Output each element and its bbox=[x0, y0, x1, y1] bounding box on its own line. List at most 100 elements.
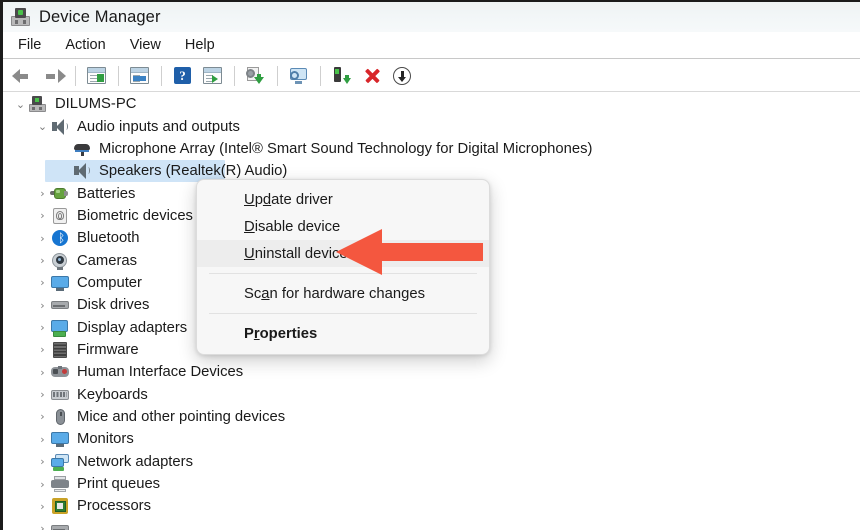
tree-item-mice-and-other-pointing-devices[interactable]: › Mice and other pointing devices bbox=[3, 406, 860, 428]
camera-icon bbox=[50, 252, 70, 270]
menu-file[interactable]: File bbox=[13, 34, 53, 56]
tree-item-partial-next[interactable]: › bbox=[3, 518, 860, 530]
toolbar-separator bbox=[277, 65, 278, 86]
chevron-right-icon[interactable]: › bbox=[35, 322, 50, 333]
gamepad-icon bbox=[50, 363, 70, 381]
uninstall-device-icon[interactable] bbox=[358, 63, 386, 89]
tree-item-label: Audio inputs and outputs bbox=[77, 118, 240, 135]
battery-icon bbox=[50, 185, 70, 203]
context-menu-item-uninstall-device[interactable]: Uninstall device bbox=[197, 240, 489, 267]
tree-item-label: DILUMS-PC bbox=[55, 96, 137, 113]
keyboard-icon bbox=[50, 386, 70, 404]
monitor-icon bbox=[50, 430, 70, 448]
computer-pc-icon bbox=[28, 95, 48, 113]
back-arrow-icon[interactable] bbox=[10, 63, 38, 89]
context-menu-item-scan-for-hardware-changes[interactable]: Scan for hardware changes bbox=[197, 280, 489, 307]
help-icon[interactable]: ? bbox=[169, 63, 197, 89]
tree-item-label: Processors bbox=[77, 498, 152, 515]
chevron-right-icon[interactable]: › bbox=[35, 411, 50, 422]
context-menu-separator bbox=[209, 273, 477, 274]
install-legacy-hardware-icon[interactable] bbox=[328, 63, 356, 89]
toolbar-separator bbox=[161, 65, 162, 86]
download-scan-icon[interactable] bbox=[388, 63, 416, 89]
chevron-right-icon[interactable]: › bbox=[35, 479, 50, 490]
toolbar-separator bbox=[320, 65, 321, 86]
tree-item-keyboards[interactable]: › Keyboards bbox=[3, 383, 860, 405]
tree-item-label: Network adapters bbox=[77, 453, 193, 470]
disk-drive-icon bbox=[50, 520, 70, 530]
device-manager-icon bbox=[11, 7, 30, 27]
chevron-right-icon[interactable]: › bbox=[35, 501, 50, 512]
fingerprint-icon bbox=[50, 207, 70, 225]
tree-item-network-adapters[interactable]: › Network adapters bbox=[3, 451, 860, 473]
toolbar: ? bbox=[3, 60, 860, 92]
tree-item-label: Firmware bbox=[77, 341, 139, 358]
title-bar: Device Manager bbox=[3, 2, 860, 32]
tree-item-label: Bluetooth bbox=[77, 230, 140, 247]
tree-item-label: Mice and other pointing devices bbox=[77, 408, 286, 425]
toolbar-separator bbox=[75, 65, 76, 86]
chevron-right-icon[interactable]: › bbox=[35, 434, 50, 445]
chevron-right-icon[interactable]: › bbox=[35, 233, 50, 244]
context-menu[interactable]: Update driver Disable device Uninstall d… bbox=[196, 179, 490, 355]
microphone-icon bbox=[72, 140, 92, 158]
show-hide-console-tree-icon[interactable] bbox=[83, 63, 111, 89]
chevron-right-icon[interactable]: › bbox=[35, 277, 50, 288]
tree-item-label: Speakers (Realtek(R) Audio) bbox=[99, 163, 288, 180]
chevron-right-icon[interactable]: › bbox=[35, 210, 50, 221]
chevron-right-icon[interactable]: › bbox=[35, 300, 50, 311]
tree-item-processors[interactable]: › Processors bbox=[3, 495, 860, 517]
scan-monitor-icon[interactable] bbox=[285, 63, 313, 89]
chevron-right-icon[interactable]: › bbox=[35, 456, 50, 467]
chevron-down-icon[interactable]: ⌄ bbox=[13, 99, 28, 110]
bluetooth-icon: ᛒ bbox=[50, 229, 70, 247]
tree-item-human-interface-devices[interactable]: › Human Interface Devices bbox=[3, 361, 860, 383]
menu-action[interactable]: Action bbox=[53, 34, 117, 56]
chevron-right-icon[interactable]: › bbox=[35, 188, 50, 199]
tree-item-audio-inputs-and-outputs[interactable]: ⌄ Audio inputs and outputs bbox=[3, 115, 860, 137]
firmware-chip-icon bbox=[50, 341, 70, 359]
speaker-icon bbox=[50, 118, 70, 136]
display-adapter-icon bbox=[50, 319, 70, 337]
printer-icon bbox=[50, 475, 70, 493]
chevron-right-icon[interactable]: › bbox=[35, 367, 50, 378]
chevron-right-icon[interactable]: › bbox=[35, 389, 50, 400]
window-title: Device Manager bbox=[39, 7, 161, 26]
tree-item-microphone-array[interactable]: Microphone Array (Intel® Smart Sound Tec… bbox=[3, 138, 860, 160]
properties-icon[interactable] bbox=[126, 63, 154, 89]
processor-icon bbox=[50, 497, 70, 515]
mouse-icon bbox=[50, 408, 70, 426]
context-menu-item-disable-device[interactable]: Disable device bbox=[197, 213, 489, 240]
tree-item-label: Biometric devices bbox=[77, 207, 193, 224]
update-driver-icon[interactable] bbox=[242, 63, 270, 89]
toolbar-separator bbox=[118, 65, 119, 86]
tree-item-dilums-pc[interactable]: ⌄ DILUMS-PC bbox=[3, 93, 860, 115]
toolbar-separator bbox=[234, 65, 235, 86]
chevron-right-icon[interactable]: › bbox=[35, 523, 50, 530]
chevron-right-icon[interactable]: › bbox=[35, 344, 50, 355]
tree-item-label: Human Interface Devices bbox=[77, 364, 244, 381]
menu-view[interactable]: View bbox=[118, 34, 173, 56]
context-menu-item-properties[interactable]: Properties bbox=[197, 320, 489, 347]
disk-drive-icon bbox=[50, 296, 70, 314]
tree-item-label: Computer bbox=[77, 274, 142, 291]
speaker-icon bbox=[72, 162, 92, 180]
menu-help[interactable]: Help bbox=[173, 34, 227, 56]
show-hide-action-pane-icon[interactable] bbox=[199, 63, 227, 89]
tree-item-label: Disk drives bbox=[77, 297, 150, 314]
tree-item-label: Cameras bbox=[77, 252, 138, 269]
tree-item-label: Display adapters bbox=[77, 319, 188, 336]
tree-item-label: Batteries bbox=[77, 185, 136, 202]
tree-item-label: Monitors bbox=[77, 431, 134, 448]
chevron-right-icon[interactable]: › bbox=[35, 255, 50, 266]
context-menu-separator bbox=[209, 313, 477, 314]
tree-item-label: Keyboards bbox=[77, 386, 148, 403]
chevron-down-icon[interactable]: ⌄ bbox=[35, 121, 50, 132]
device-manager-window: Device Manager File Action View Help ? ⌄… bbox=[0, 0, 860, 530]
tree-item-label: Print queues bbox=[77, 476, 161, 493]
menu-bar: File Action View Help bbox=[3, 32, 860, 59]
tree-item-print-queues[interactable]: › Print queues bbox=[3, 473, 860, 495]
tree-item-monitors[interactable]: › Monitors bbox=[3, 428, 860, 450]
forward-arrow-icon[interactable] bbox=[40, 63, 68, 89]
context-menu-item-update-driver[interactable]: Update driver bbox=[197, 186, 489, 213]
